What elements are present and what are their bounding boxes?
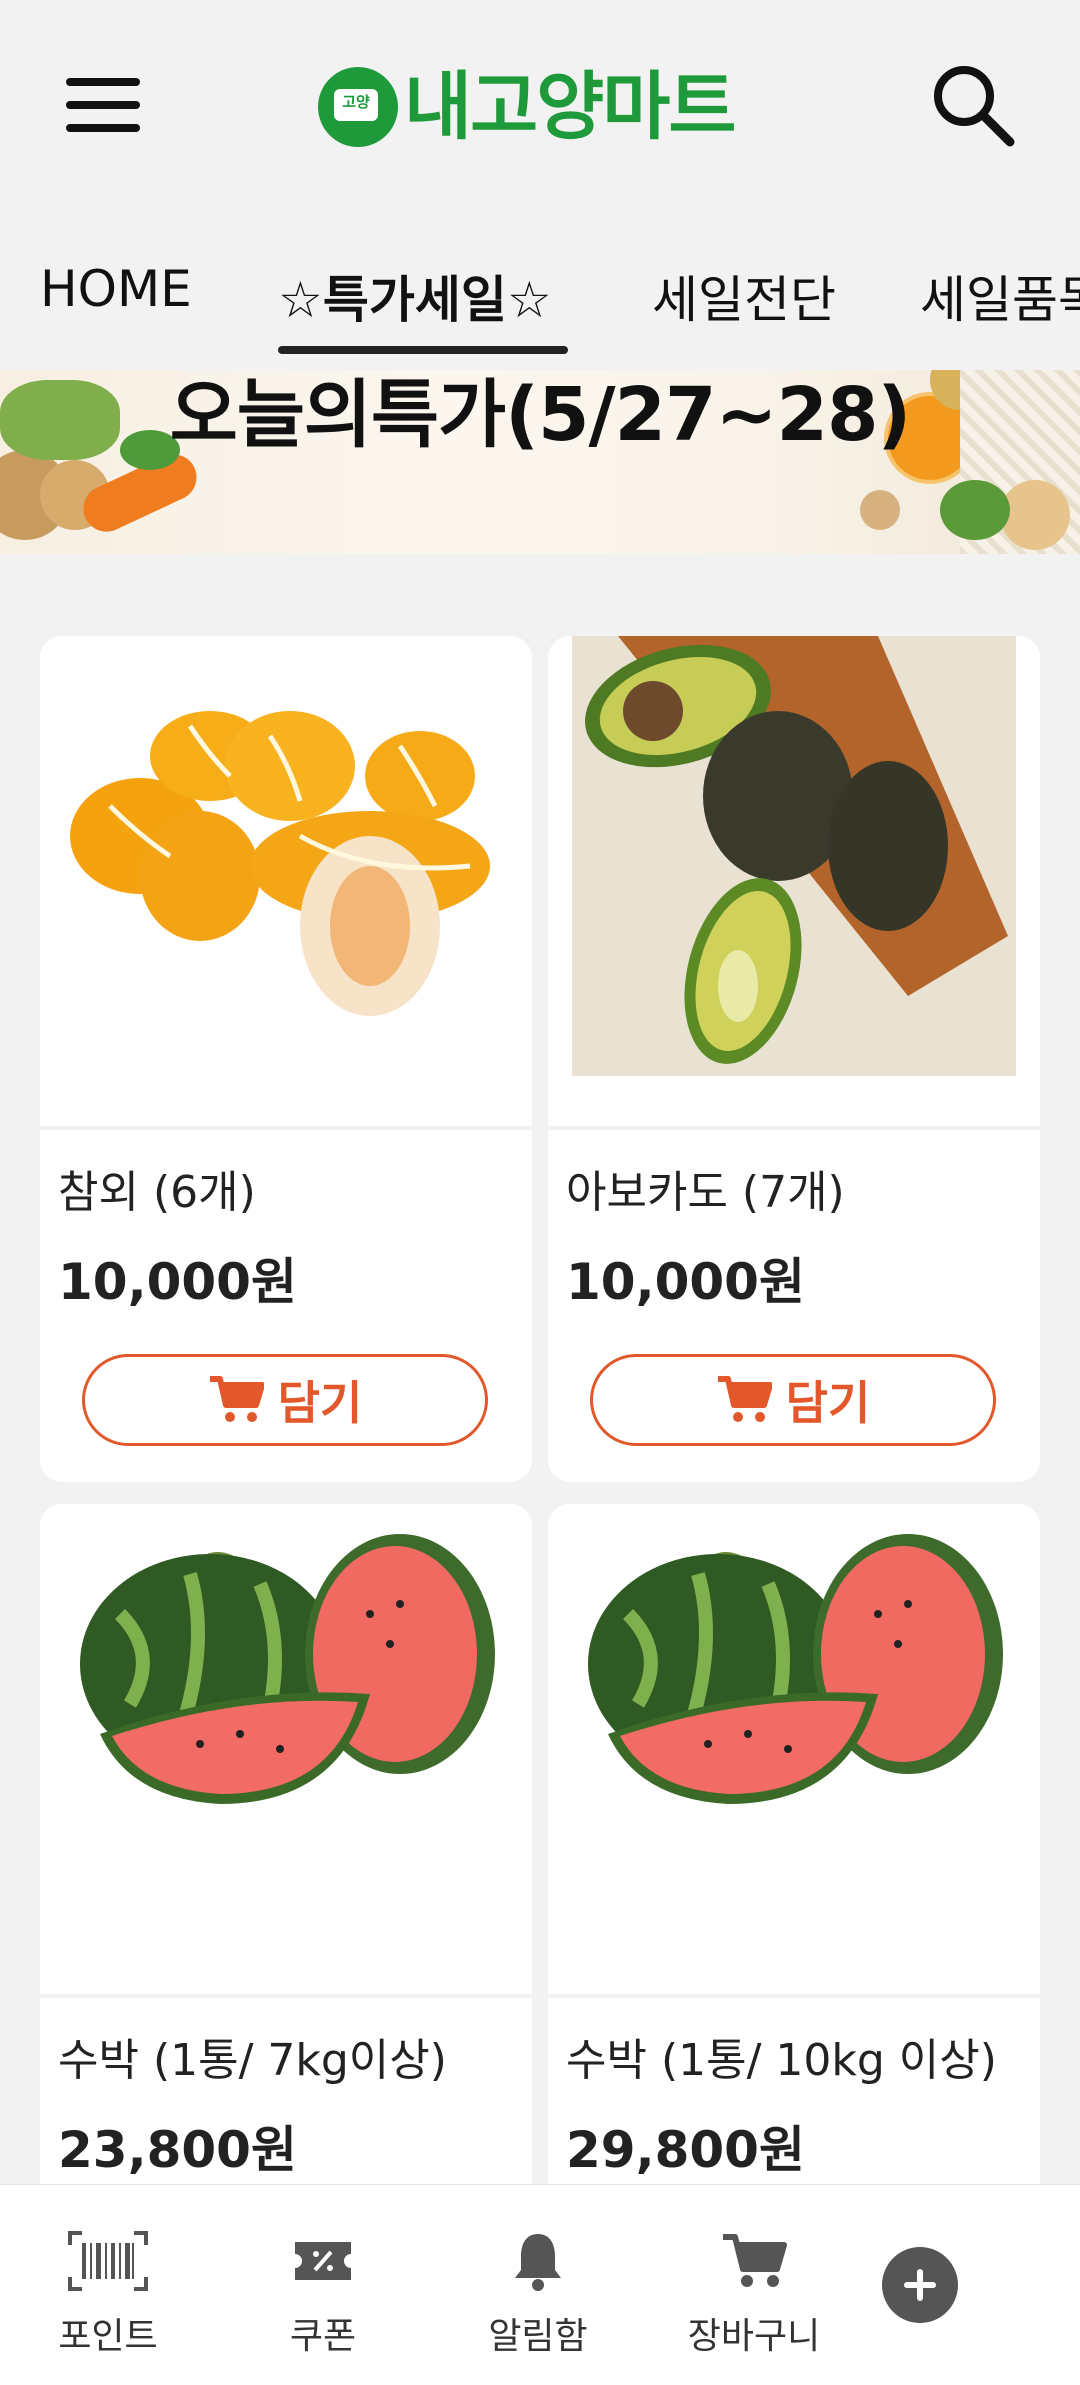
add-to-cart-label: 담기: [785, 1376, 871, 1430]
tab-home[interactable]: HOME: [40, 260, 192, 318]
nav-item-label: 쿠폰: [289, 2316, 357, 2357]
cart-icon: [723, 2234, 787, 2287]
product-card[interactable]: 참외 (6개) 10,000원 담기: [40, 636, 532, 1482]
product-name: 수박 (1통/ 7kg이상): [58, 2035, 447, 2086]
product-name: 참외 (6개): [58, 1167, 256, 1218]
add-to-cart-button[interactable]: 담기: [82, 1354, 488, 1446]
product-image[interactable]: [40, 636, 532, 1130]
bell-icon: [515, 2234, 561, 2291]
product-name: 아보카도 (7개): [566, 1167, 845, 1218]
product-card[interactable]: 아보카도 (7개) 10,000원 담기: [548, 636, 1040, 1482]
tab-sale-items[interactable]: 세일품목: [920, 260, 1080, 332]
store-logo[interactable]: 고양 내고양마트: [318, 62, 736, 152]
nav-item-notifications[interactable]: 알림함: [458, 2221, 618, 2359]
search-icon[interactable]: [928, 60, 1018, 150]
product-image[interactable]: [548, 1504, 1040, 1998]
product-name: 수박 (1통/ 10kg 이상): [566, 2035, 997, 2086]
hamburger-menu-icon[interactable]: [62, 72, 144, 138]
barcode-icon: [68, 2231, 148, 2291]
category-tabs: HOME ☆특가세일☆ 세일전단 세일품목: [0, 240, 1080, 360]
logo-cart-icon: 고양: [318, 67, 398, 147]
coupon-icon: [295, 2242, 351, 2280]
product-image[interactable]: [548, 636, 1040, 1130]
product-card[interactable]: 수박 (1통/ 7kg이상) 23,800원: [40, 1504, 532, 2204]
product-card[interactable]: 수박 (1통/ 10kg 이상) 29,800원: [548, 1504, 1040, 2204]
add-to-cart-button[interactable]: 담기: [590, 1354, 996, 1446]
nav-item-label: 장바구니: [687, 2316, 821, 2357]
cart-icon: [717, 1376, 772, 1422]
nav-item-label: 알림함: [488, 2316, 588, 2357]
nav-item-cart[interactable]: 장바구니: [674, 2221, 834, 2359]
bottom-nav-bar: 포인트 쿠폰 알림함 장바구니: [0, 2184, 1080, 2385]
product-price: 29,800원: [566, 2121, 805, 2179]
cart-icon: [209, 1376, 264, 1422]
tab-special-sale[interactable]: ☆특가세일☆: [278, 260, 552, 332]
product-image[interactable]: [40, 1504, 532, 1998]
active-tab-indicator: [278, 346, 568, 354]
product-price: 23,800원: [58, 2121, 297, 2179]
add-to-cart-label: 담기: [277, 1376, 363, 1430]
tab-sale-flyer[interactable]: 세일전단: [652, 260, 836, 332]
nav-item-points[interactable]: 포인트: [28, 2221, 188, 2359]
nav-item-coupon[interactable]: 쿠폰: [243, 2221, 403, 2359]
promo-banner[interactable]: 오늘의특가(5/27~28): [0, 370, 1080, 554]
product-price: 10,000원: [566, 1253, 805, 1311]
logo-text: 내고양마트: [404, 64, 736, 150]
product-price: 10,000원: [58, 1253, 297, 1311]
banner-title: 오늘의특가(5/27~28): [169, 372, 912, 458]
plus-icon[interactable]: [882, 2247, 958, 2323]
nav-item-label: 포인트: [58, 2316, 158, 2357]
app-header: 고양 내고양마트: [0, 0, 1080, 210]
